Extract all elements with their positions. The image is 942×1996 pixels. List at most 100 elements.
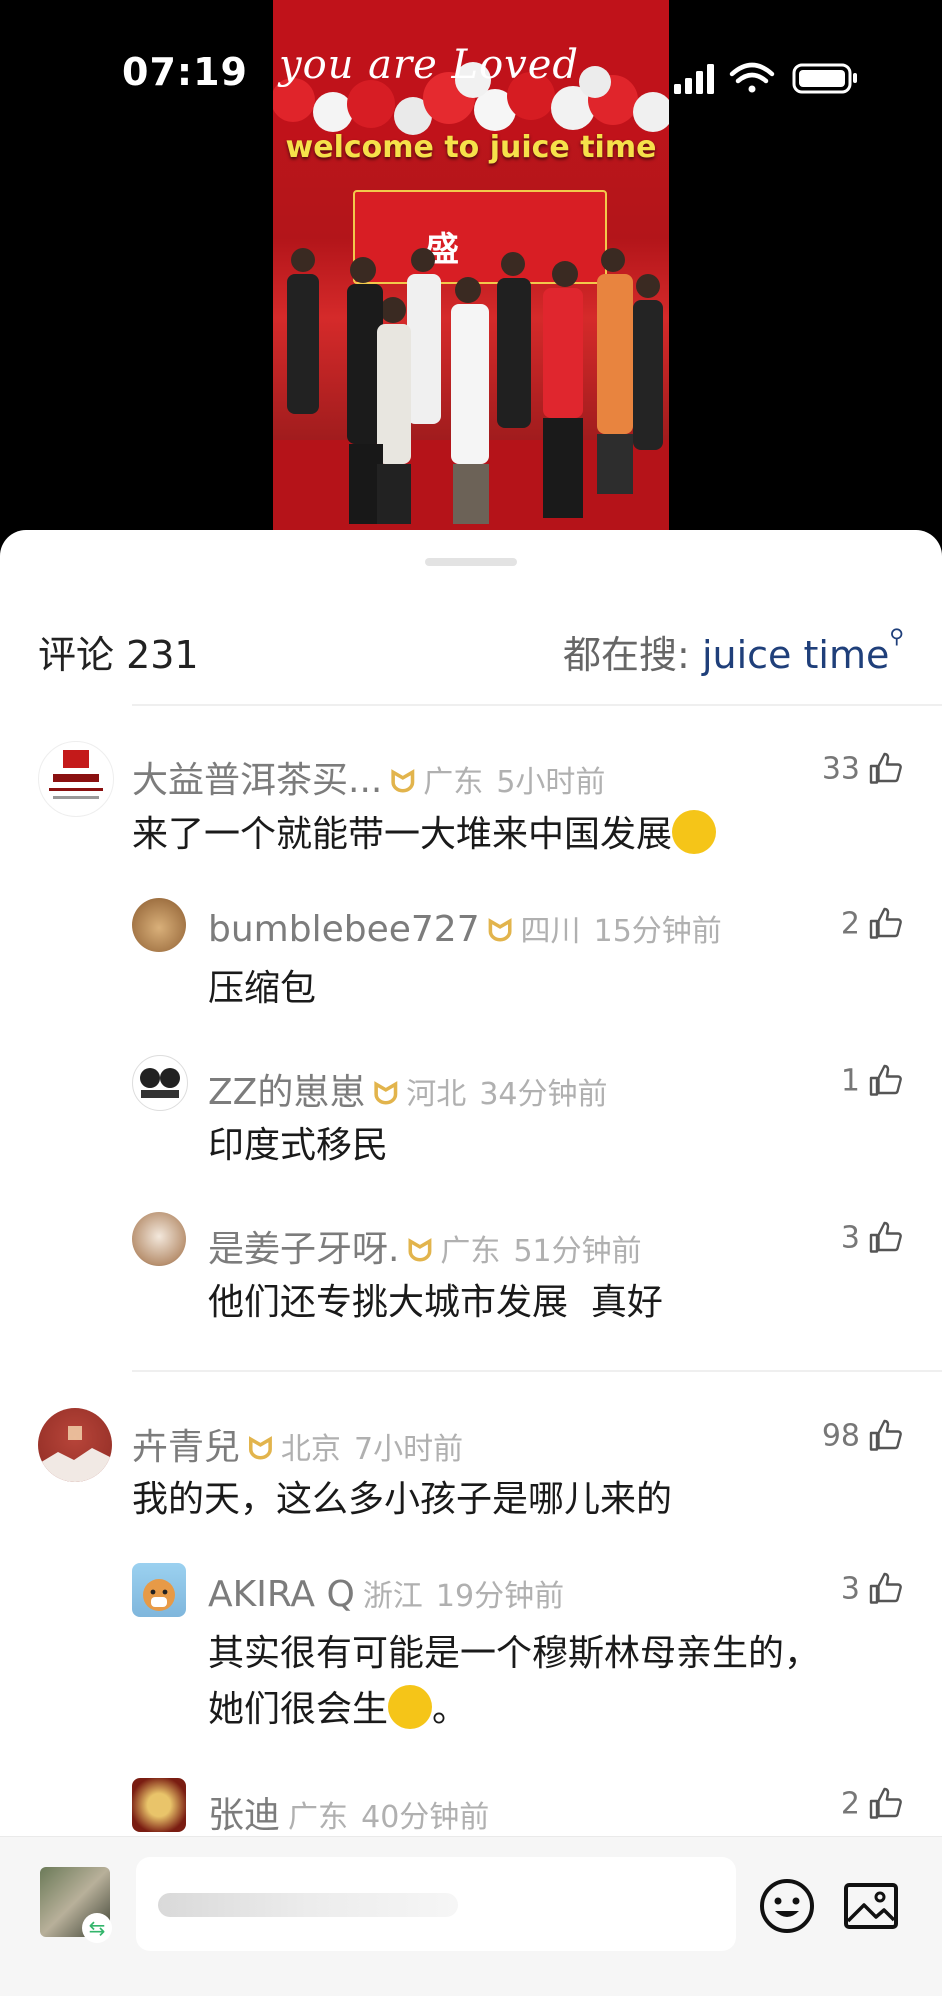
location: 四川 bbox=[520, 914, 581, 949]
comment-input[interactable] bbox=[136, 1857, 736, 1951]
battery-icon bbox=[792, 63, 857, 94]
thumb-up-icon bbox=[869, 1221, 902, 1253]
timestamp: 5小时前 bbox=[496, 765, 606, 800]
location: 北京 bbox=[280, 1432, 341, 1467]
comment-text: 压缩包 bbox=[208, 968, 317, 1009]
fan-badge-icon: ᗢ bbox=[487, 914, 513, 949]
fan-badge-icon: ᗢ bbox=[248, 1432, 273, 1467]
comment-text: 其实很有可能是一个穆斯林母亲生的， 她们很会生 。 bbox=[208, 1626, 820, 1738]
comment-meta: bumblebee727 ᗢ 四川 15分钟前 bbox=[208, 906, 722, 950]
comment-meta: 张迪 广东 40分钟前 bbox=[208, 1786, 489, 1838]
video-frame[interactable]: you are Loved 盛 welcome to juice time bbox=[273, 0, 669, 530]
fan-badge-icon: ᗢ bbox=[390, 765, 416, 800]
shiba-dog-avatar bbox=[143, 1579, 175, 1611]
comment-text: 来了一个就能带一大堆来中国发展 bbox=[132, 807, 717, 863]
timestamp: 19分钟前 bbox=[435, 1579, 565, 1614]
magnifier-icon: ⚲ bbox=[889, 624, 904, 648]
divider bbox=[132, 704, 942, 706]
crowd-illustration bbox=[287, 248, 663, 524]
divider bbox=[132, 1370, 942, 1372]
status-time: 07:19 bbox=[122, 50, 248, 94]
location: 河北 bbox=[406, 1077, 467, 1112]
like-count: 2 bbox=[840, 1786, 860, 1822]
avatar[interactable] bbox=[132, 898, 186, 952]
thumb-up-icon bbox=[869, 907, 902, 939]
like-count: 33 bbox=[821, 751, 860, 787]
like-button[interactable]: 2 bbox=[841, 1786, 904, 1822]
comment-text-fragment: 她们很会生 bbox=[208, 1689, 389, 1730]
username[interactable]: 是姜子牙呀. bbox=[208, 1229, 399, 1270]
like-button[interactable]: 33 bbox=[822, 751, 904, 787]
image-icon[interactable] bbox=[842, 1877, 900, 1935]
timestamp: 15分钟前 bbox=[593, 914, 722, 949]
timestamp: 7小时前 bbox=[354, 1432, 464, 1467]
status-icons bbox=[674, 62, 857, 94]
fan-badge-icon: ᗢ bbox=[407, 1234, 433, 1269]
thumb-up-icon bbox=[869, 1419, 902, 1451]
like-count: 98 bbox=[821, 1418, 860, 1454]
video-caption: welcome to juice time bbox=[285, 130, 657, 165]
snow-landscape-avatar bbox=[38, 1426, 112, 1482]
avatar[interactable] bbox=[132, 1778, 186, 1832]
timestamp: 40分钟前 bbox=[361, 1800, 490, 1835]
thumb-up-icon bbox=[869, 752, 902, 784]
comment-text-line: 她们很会生 。 bbox=[208, 1682, 820, 1738]
like-count: 2 bbox=[840, 906, 860, 942]
tea-brand-logo bbox=[49, 750, 103, 799]
like-button[interactable]: 3 bbox=[841, 1571, 904, 1607]
thumb-up-icon bbox=[869, 1064, 902, 1096]
like-button[interactable]: 1 bbox=[841, 1063, 904, 1099]
comment-meta: 是姜子牙呀. ᗢ 广东 51分钟前 bbox=[208, 1220, 642, 1272]
location: 浙江 bbox=[362, 1579, 423, 1614]
username[interactable]: 张迪 bbox=[208, 1795, 280, 1836]
comment-text: 他们还专挑大城市发展 真好 bbox=[208, 1282, 663, 1323]
timestamp: 51分钟前 bbox=[513, 1234, 642, 1269]
video-script-text: you are Loved bbox=[279, 42, 580, 88]
location: 广东 bbox=[440, 1234, 501, 1269]
like-count: 1 bbox=[840, 1063, 860, 1099]
comment-meta: ZZ的崽崽 ᗢ 河北 34分钟前 bbox=[208, 1063, 608, 1115]
hot-search-prefix: 都在搜: bbox=[563, 633, 702, 677]
username[interactable]: 卉青兒 bbox=[132, 1427, 240, 1468]
wifi-icon bbox=[729, 62, 775, 93]
username[interactable]: AKIRA Q bbox=[208, 1574, 355, 1615]
avatar[interactable] bbox=[132, 1055, 188, 1111]
sheet-drag-handle[interactable] bbox=[425, 558, 517, 566]
username[interactable]: 大益普洱茶买... bbox=[132, 760, 382, 801]
comments-title: 评论 231 bbox=[38, 633, 199, 677]
cartoon-avatar bbox=[140, 1068, 180, 1098]
hot-search-link[interactable]: 都在搜: juice time⚲ bbox=[563, 624, 904, 679]
comment-text: 我的天，这么多小孩子是哪儿来的 bbox=[132, 1479, 673, 1520]
avatar[interactable] bbox=[38, 741, 114, 817]
comment-meta: 大益普洱茶买... ᗢ 广东 5小时前 bbox=[132, 751, 605, 803]
fan-badge-icon: ᗢ bbox=[373, 1077, 399, 1112]
comment-text-line: 其实很有可能是一个穆斯林母亲生的， bbox=[208, 1633, 821, 1674]
thumb-up-icon bbox=[869, 1572, 902, 1604]
like-button[interactable]: 2 bbox=[841, 906, 904, 942]
location: 广东 bbox=[423, 765, 484, 800]
like-button[interactable]: 3 bbox=[841, 1220, 904, 1256]
comment-text-fragment: 。 bbox=[432, 1689, 469, 1730]
grinning-emoji-icon bbox=[388, 1685, 433, 1729]
comment-meta: 卉青兒 ᗢ 北京 7小时前 bbox=[132, 1418, 463, 1470]
comment-text-content: 来了一个就能带一大堆来中国发展 bbox=[132, 814, 673, 855]
avatar[interactable] bbox=[38, 1408, 112, 1482]
laughing-crying-emoji-icon bbox=[672, 810, 717, 854]
avatar[interactable] bbox=[132, 1212, 186, 1266]
username[interactable]: bumblebee727 bbox=[208, 909, 480, 950]
comment-meta: AKIRA Q 浙江 19分钟前 bbox=[208, 1571, 564, 1615]
thumb-up-icon bbox=[869, 1787, 902, 1819]
emoji-icon[interactable] bbox=[758, 1877, 816, 1935]
switch-account-icon[interactable]: ⇆ bbox=[82, 1913, 112, 1943]
like-count: 3 bbox=[840, 1220, 860, 1256]
avatar[interactable] bbox=[132, 1563, 186, 1617]
like-button[interactable]: 98 bbox=[822, 1418, 904, 1454]
timestamp: 34分钟前 bbox=[479, 1077, 608, 1112]
like-count: 3 bbox=[840, 1571, 860, 1607]
username[interactable]: ZZ的崽崽 bbox=[208, 1072, 365, 1113]
blurred-placeholder bbox=[158, 1893, 458, 1917]
location: 广东 bbox=[288, 1800, 349, 1835]
cellular-signal-icon bbox=[674, 64, 714, 94]
hot-search-keyword[interactable]: juice time bbox=[702, 633, 889, 677]
comment-text: 印度式移民 bbox=[208, 1125, 389, 1166]
